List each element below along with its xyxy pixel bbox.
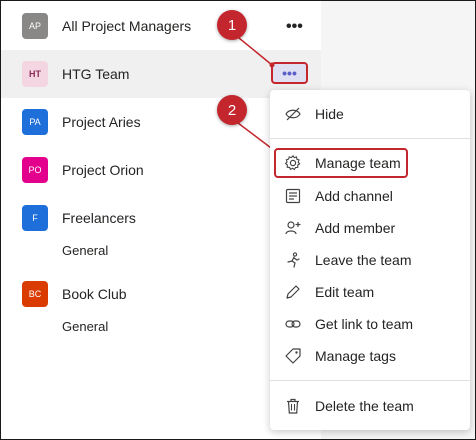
- channel-item-general[interactable]: General: [62, 243, 108, 258]
- menu-item-add-channel[interactable]: Add channel: [270, 180, 470, 212]
- channel-icon: [284, 187, 302, 205]
- trash-icon: [284, 397, 302, 415]
- menu-divider: [270, 138, 470, 139]
- menu-item-label: Manage team: [315, 155, 401, 171]
- team-avatar: AP: [22, 13, 48, 39]
- menu-item-label: Edit team: [315, 284, 375, 300]
- gear-icon: [284, 154, 302, 172]
- team-avatar: BC: [22, 281, 48, 307]
- menu-item-edit-team[interactable]: Edit team: [270, 276, 470, 308]
- teams-screenshot: AP All Project Managers ••• HT HTG Team …: [0, 0, 476, 440]
- channel-item-general[interactable]: General: [62, 319, 108, 334]
- hide-icon: [284, 105, 302, 123]
- team-avatar: PO: [22, 157, 48, 183]
- tag-icon: [284, 347, 302, 365]
- callout-marker-1: 1: [217, 10, 247, 40]
- menu-item-leave-team[interactable]: Leave the team: [270, 244, 470, 276]
- pencil-icon: [284, 283, 302, 301]
- menu-item-delete-team[interactable]: Delete the team: [270, 390, 470, 422]
- more-options-button[interactable]: •••: [271, 62, 308, 84]
- menu-item-manage-tags[interactable]: Manage tags: [270, 340, 470, 372]
- team-avatar: F: [22, 205, 48, 231]
- team-name: Project Orion: [62, 162, 144, 178]
- menu-item-manage-team[interactable]: Manage team: [270, 147, 470, 179]
- menu-item-hide[interactable]: Hide: [270, 98, 470, 130]
- team-avatar: HT: [22, 61, 48, 87]
- team-row-all-project-managers[interactable]: AP All Project Managers •••: [1, 2, 321, 50]
- menu-divider: [270, 380, 470, 381]
- menu-item-label: Hide: [315, 106, 344, 122]
- callout-marker-2: 2: [217, 95, 247, 125]
- team-name: Project Aries: [62, 114, 141, 130]
- leave-icon: [284, 251, 302, 269]
- team-name: Freelancers: [62, 210, 136, 226]
- team-context-menu: Hide Manage team Add channel Add member: [270, 90, 470, 430]
- menu-item-get-link[interactable]: Get link to team: [270, 308, 470, 340]
- team-name: Book Club: [62, 286, 127, 302]
- team-name: HTG Team: [62, 66, 130, 82]
- menu-item-add-member[interactable]: Add member: [270, 212, 470, 244]
- menu-item-label: Get link to team: [315, 316, 414, 332]
- more-options-icon[interactable]: •••: [286, 19, 303, 35]
- menu-item-label: Add member: [315, 220, 396, 236]
- menu-item-label: Add channel: [315, 188, 393, 204]
- add-member-icon: [284, 219, 302, 237]
- link-icon: [284, 315, 302, 333]
- team-avatar: PA: [22, 109, 48, 135]
- menu-item-label: Manage tags: [315, 348, 396, 364]
- menu-item-label: Delete the team: [315, 398, 414, 414]
- team-name: All Project Managers: [62, 18, 192, 34]
- menu-item-label: Leave the team: [315, 252, 412, 268]
